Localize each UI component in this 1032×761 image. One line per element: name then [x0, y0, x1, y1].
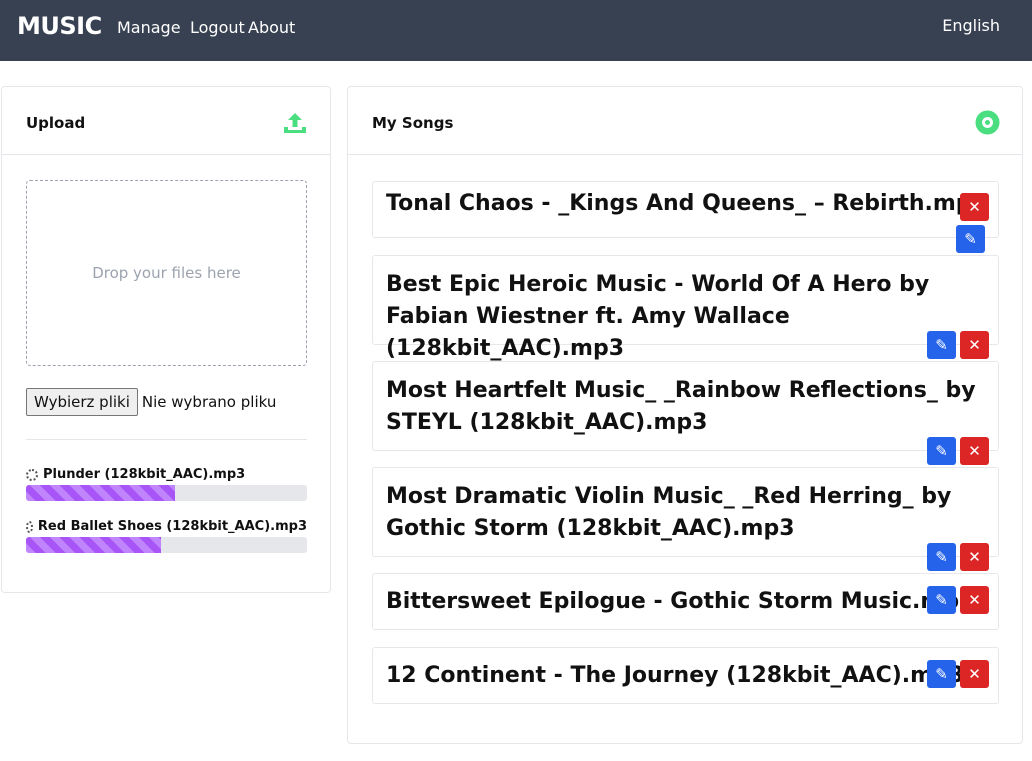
- spinner-icon: [26, 468, 38, 481]
- upload-card-header: Upload: [2, 87, 330, 155]
- file-status: Nie wybrano pliku: [141, 393, 277, 411]
- song-title: Most Dramatic Violin Music_ _Red Herring…: [386, 484, 952, 541]
- edit-button[interactable]: ✎: [927, 586, 956, 614]
- songs-title: My Songs: [372, 114, 454, 132]
- choose-files-button[interactable]: Wybierz pliki: [26, 388, 138, 416]
- song-item: Most Dramatic Violin Music_ _Red Herring…: [372, 467, 999, 571]
- song-title: 12 Continent - The Journey (128kbit_AAC)…: [386, 663, 965, 688]
- nav-about-link[interactable]: About: [248, 18, 295, 37]
- upload-progress-fill: [26, 537, 161, 553]
- edit-button[interactable]: ✎: [927, 437, 956, 465]
- close-icon: ✕: [968, 665, 981, 683]
- upload-icon: [284, 113, 306, 133]
- song-title: Best Epic Heroic Music - World Of A Hero…: [386, 272, 930, 361]
- upload-item-label: Red Ballet Shoes (128kbit_AAC).mp3: [26, 519, 307, 534]
- divider: [26, 439, 307, 440]
- pencil-icon: ✎: [935, 336, 948, 354]
- nav-logout-link[interactable]: Logout: [190, 18, 245, 37]
- song-item: 12 Continent - The Journey (128kbit_AAC)…: [372, 647, 999, 704]
- edit-button[interactable]: ✎: [956, 225, 985, 253]
- language-selector[interactable]: English: [942, 16, 1000, 35]
- dropzone[interactable]: Drop your files here: [26, 180, 307, 366]
- close-icon: ✕: [968, 548, 981, 566]
- brand-logo[interactable]: MUSIC: [17, 12, 102, 40]
- close-icon: ✕: [968, 591, 981, 609]
- upload-progress-fill: [26, 485, 175, 501]
- song-title: Tonal Chaos - _Kings And Queens_ – Rebir…: [386, 191, 987, 216]
- navbar: MUSIC Manage Logout About English: [0, 0, 1032, 61]
- song-title: Most Heartfelt Music_ _Rainbow Reflectio…: [386, 378, 976, 435]
- upload-item: Red Ballet Shoes (128kbit_AAC).mp3: [26, 519, 307, 553]
- upload-progress-bar: [26, 485, 307, 501]
- song-item: Tonal Chaos - _Kings And Queens_ – Rebir…: [372, 181, 999, 253]
- pencil-icon: ✎: [935, 665, 948, 683]
- pencil-icon: ✎: [935, 591, 948, 609]
- delete-button[interactable]: ✕: [960, 437, 989, 465]
- nav-manage-link[interactable]: Manage: [117, 18, 181, 37]
- dropzone-text: Drop your files here: [92, 264, 241, 282]
- close-icon: ✕: [968, 442, 981, 460]
- edit-button[interactable]: ✎: [927, 543, 956, 571]
- edit-button[interactable]: ✎: [927, 660, 956, 688]
- pencil-icon: ✎: [964, 230, 977, 248]
- pencil-icon: ✎: [935, 442, 948, 460]
- upload-title: Upload: [26, 114, 86, 132]
- song-item: Best Epic Heroic Music - World Of A Hero…: [372, 255, 999, 361]
- songs-card: My Songs Tonal Chaos - _Kings And Queens…: [347, 86, 1023, 744]
- close-icon: ✕: [968, 336, 981, 354]
- delete-button[interactable]: ✕: [960, 543, 989, 571]
- song-item: Bittersweet Epilogue - Gothic Storm Musi…: [372, 573, 999, 630]
- upload-item-name: Red Ballet Shoes (128kbit_AAC).mp3: [37, 519, 307, 534]
- upload-item: Plunder (128kbit_AAC).mp3: [26, 467, 307, 501]
- spinner-icon: [26, 520, 33, 533]
- delete-button[interactable]: ✕: [960, 660, 989, 688]
- upload-progress-bar: [26, 537, 307, 553]
- song-title: Bittersweet Epilogue - Gothic Storm Musi…: [386, 589, 975, 614]
- songs-card-header: My Songs: [348, 87, 1022, 155]
- file-input[interactable]: Wybierz pliki Nie wybrano pliku: [26, 388, 276, 416]
- upload-item-name: Plunder (128kbit_AAC).mp3: [43, 467, 246, 482]
- pencil-icon: ✎: [935, 548, 948, 566]
- disc-icon: [975, 110, 1000, 135]
- delete-button[interactable]: ✕: [960, 331, 989, 359]
- delete-button[interactable]: ✕: [960, 586, 989, 614]
- upload-item-label: Plunder (128kbit_AAC).mp3: [26, 467, 307, 482]
- close-icon: ✕: [968, 198, 981, 216]
- upload-card: Upload Drop your files here Wybierz plik…: [1, 86, 331, 593]
- delete-button[interactable]: ✕: [960, 193, 989, 221]
- edit-button[interactable]: ✎: [927, 331, 956, 359]
- song-item: Most Heartfelt Music_ _Rainbow Reflectio…: [372, 361, 999, 465]
